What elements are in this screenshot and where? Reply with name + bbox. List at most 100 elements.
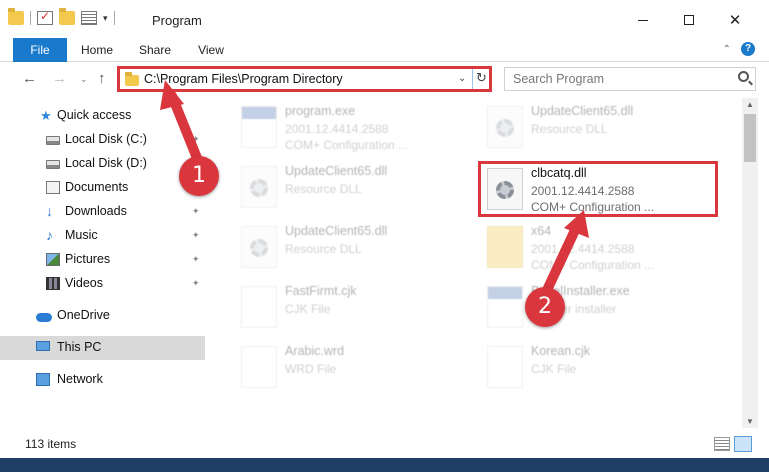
sidebar-item-local-disk-c[interactable]: Local Disk (C:) ✦: [0, 128, 205, 152]
file-description: COM+ Configuration ...: [531, 200, 655, 214]
toolbar-dropdown-icon[interactable]: ▾: [103, 13, 108, 24]
sidebar-item-documents[interactable]: Documents ✦: [0, 176, 205, 200]
toolbar-divider: [30, 11, 31, 25]
scroll-thumb[interactable]: [744, 114, 756, 162]
pin-icon: ✦: [192, 254, 200, 264]
file-item[interactable]: FastFirmt.cjk CJK File: [235, 282, 475, 338]
exe-icon: [241, 106, 277, 148]
file-item[interactable]: UpdateClient65.dll Resource DLL: [235, 162, 475, 218]
tab-share[interactable]: Share: [132, 38, 178, 62]
file-item[interactable]: BabelInstaller.exe updater installer: [481, 282, 721, 338]
gear-icon: [250, 179, 268, 197]
customize-toolbar-icon[interactable]: [81, 11, 97, 25]
tab-file[interactable]: File: [13, 38, 67, 62]
dll-icon: [241, 226, 277, 268]
file-name: program.exe: [285, 104, 356, 118]
sidebar-item-downloads[interactable]: ↓ Downloads ✦: [0, 200, 205, 224]
file-type: WRD File: [285, 362, 337, 376]
properties-check-icon[interactable]: [37, 9, 53, 25]
file-list: program.exe 2001.12.4414.2588 COM+ Confi…: [205, 98, 742, 428]
recent-locations-chevron-icon[interactable]: ⌄: [80, 74, 88, 85]
sidebar-item-label: Network: [57, 372, 103, 386]
scroll-down-icon[interactable]: ▼: [746, 417, 754, 426]
search-placeholder: Search Program: [513, 72, 605, 86]
address-dropdown-icon[interactable]: ⌄: [458, 73, 466, 84]
file-type: CJK File: [285, 302, 331, 316]
dll-icon: [241, 166, 277, 208]
sidebar-item-network[interactable]: Network: [0, 368, 205, 392]
address-bar[interactable]: C:\Program Files\Program Directory ⌄ ↻: [117, 66, 492, 92]
maximize-icon: [684, 15, 694, 25]
sidebar-item-label: Downloads: [65, 204, 127, 218]
sidebar-item-music[interactable]: ♪ Music ✦: [0, 224, 205, 248]
pictures-icon: [46, 253, 60, 266]
toolbar-divider: [113, 11, 115, 25]
sidebar-item-label: Videos: [65, 276, 103, 290]
sidebar-item-this-pc[interactable]: This PC: [0, 336, 205, 360]
title-bar: ▾ Program ✕: [0, 0, 769, 38]
file-item-clbcatq[interactable]: clbcatq.dll 2001.12.4414.2588 COM+ Confi…: [478, 161, 718, 217]
gear-icon: [250, 239, 268, 257]
forward-button[interactable]: →: [52, 70, 67, 87]
pin-icon: ✦: [192, 134, 200, 144]
help-icon[interactable]: ?: [741, 42, 755, 56]
back-button[interactable]: ←: [22, 70, 37, 87]
sidebar-item-pictures[interactable]: Pictures ✦: [0, 248, 205, 272]
star-icon: ★: [40, 108, 52, 123]
up-button[interactable]: ↑: [98, 70, 106, 87]
gear-dll-icon: [487, 168, 523, 210]
tab-view[interactable]: View: [190, 38, 232, 62]
file-item[interactable]: UpdateClient65.dll Resource DLL: [481, 102, 721, 158]
taskbar-strip: [0, 458, 769, 472]
details-view-icon[interactable]: [714, 437, 730, 451]
new-folder-icon[interactable]: [59, 8, 75, 25]
sidebar-item-videos[interactable]: Videos ✦: [0, 272, 205, 296]
file-description: COM+ Configuration ...: [285, 138, 409, 152]
disk-icon: [46, 160, 60, 169]
search-icon[interactable]: [738, 71, 749, 82]
sidebar-item-onedrive[interactable]: OneDrive: [0, 304, 205, 328]
collapse-ribbon-icon[interactable]: ⌃: [723, 44, 731, 55]
address-path[interactable]: C:\Program Files\Program Directory: [144, 72, 343, 86]
exe-icon: [487, 286, 523, 328]
close-button[interactable]: ✕: [712, 6, 758, 34]
file-item[interactable]: x64 2001.12.4414.2588 COM+ Configuration…: [481, 222, 721, 278]
file-name: clbcatq.dll: [531, 166, 587, 180]
sidebar-item-local-disk-d[interactable]: Local Disk (D:): [0, 152, 205, 176]
minimize-icon: [638, 19, 648, 21]
gear-icon: [496, 181, 514, 199]
file-name: UpdateClient65.dll: [285, 164, 388, 178]
refresh-icon[interactable]: ↻: [476, 70, 487, 86]
minimize-button[interactable]: [620, 6, 666, 34]
sidebar-item-quick-access[interactable]: ★ Quick access: [0, 104, 205, 128]
file-name: Korean.cjk: [531, 344, 591, 358]
tab-home[interactable]: Home: [74, 38, 120, 62]
pin-icon: ✦: [192, 206, 200, 216]
file-item[interactable]: program.exe 2001.12.4414.2588 COM+ Confi…: [235, 102, 475, 158]
ribbon-tabs: File Home Share View ⌃ ?: [0, 38, 769, 62]
file-icon: [241, 346, 277, 388]
sidebar-item-label: This PC: [57, 340, 102, 354]
sidebar-item-label: Music: [65, 228, 98, 242]
file-type: Resource DLL: [285, 242, 362, 256]
step-badge-1: 1: [179, 156, 219, 196]
scroll-up-icon[interactable]: ▲: [746, 100, 754, 109]
file-item[interactable]: UpdateClient65.dll Resource DLL: [235, 222, 475, 278]
file-item[interactable]: Arabic.wrd WRD File: [235, 342, 475, 398]
vertical-scrollbar[interactable]: ▲ ▼: [742, 98, 758, 428]
folder-icon[interactable]: [8, 8, 24, 25]
navigation-bar: ← → ⌄ ↑ C:\Program Files\Program Directo…: [0, 63, 769, 95]
quick-access-toolbar: ▾: [8, 8, 115, 25]
tiles-view-icon[interactable]: [734, 436, 752, 452]
maximize-button[interactable]: [666, 6, 712, 34]
ribbon-controls: ⌃ ?: [723, 42, 755, 56]
file-type: Resource DLL: [531, 122, 608, 136]
file-name: UpdateClient65.dll: [285, 224, 388, 238]
folder-icon: [487, 226, 523, 268]
file-type: CJK File: [531, 362, 577, 376]
file-item[interactable]: Korean.cjk CJK File: [481, 342, 721, 398]
search-input[interactable]: Search Program: [504, 67, 756, 91]
sidebar-item-label: Local Disk (C:): [65, 132, 147, 146]
cloud-icon: [36, 313, 52, 322]
file-icon: [487, 346, 523, 388]
